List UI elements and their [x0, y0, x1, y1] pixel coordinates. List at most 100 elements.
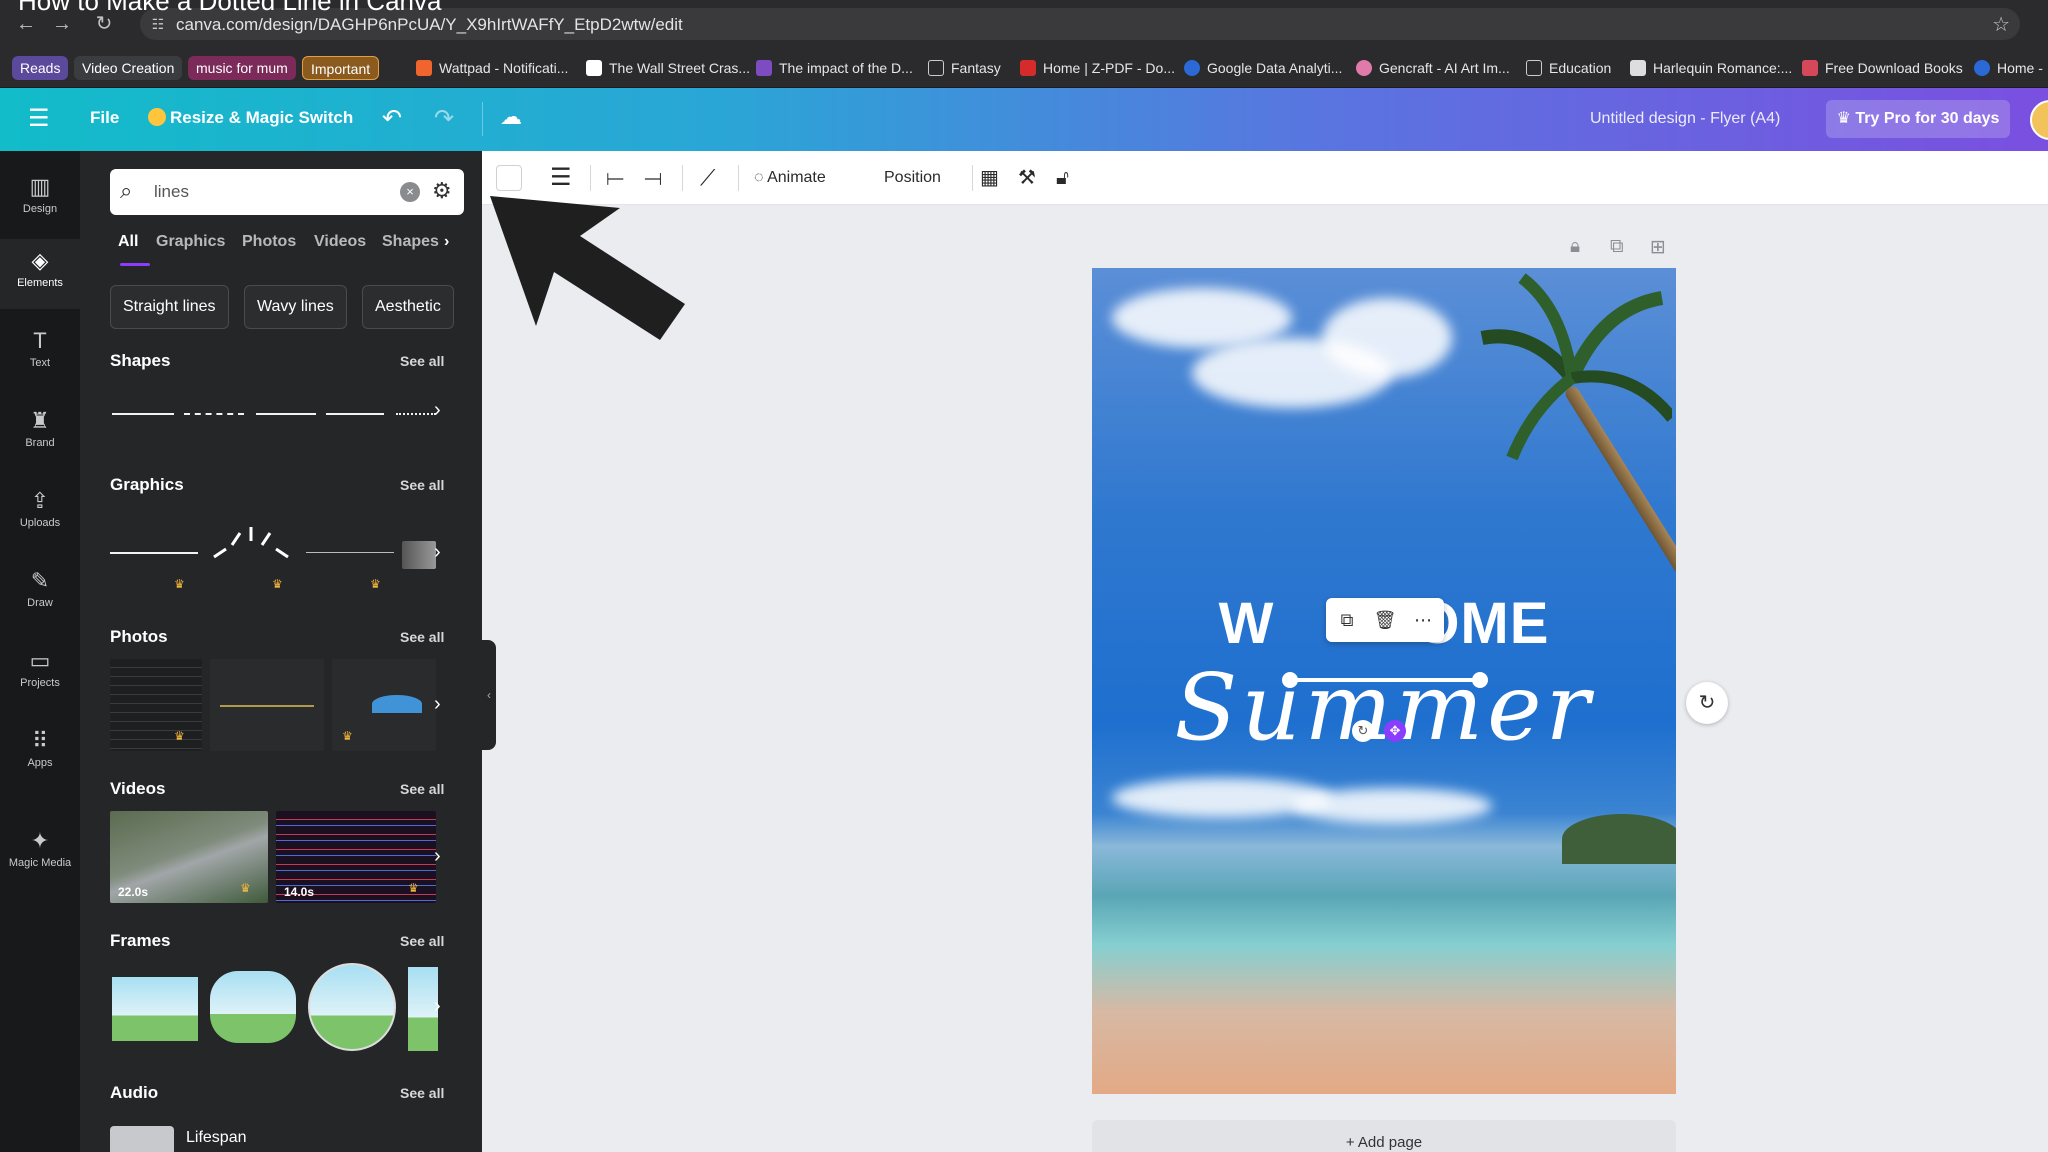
cloud-save-icon[interactable]: ☁ — [500, 104, 522, 130]
line-end-handle[interactable] — [1472, 672, 1488, 688]
bookmark-home[interactable]: Home - — [1974, 56, 2043, 80]
photo-dark-lines[interactable] — [110, 659, 202, 751]
rail-item-magic-media[interactable]: ✦ Magic Media — [0, 819, 80, 889]
lock-icon[interactable]: 🔓︎ — [1056, 151, 1069, 205]
bookmark-wsj[interactable]: The Wall Street Cras... — [586, 56, 750, 80]
page-add-icon[interactable]: ⊞ — [1650, 236, 1666, 259]
bookmark-chip-important[interactable]: Important — [302, 56, 380, 80]
document-title[interactable]: Untitled design - Flyer (A4) — [1590, 110, 1780, 128]
try-pro-button[interactable]: ♛ Try Pro for 30 days — [1826, 100, 2010, 138]
selected-line-element[interactable] — [1290, 678, 1480, 682]
bookmark-google-data[interactable]: Google Data Analyti... — [1184, 56, 1342, 80]
rail-item-elements[interactable]: ◈ Elements — [0, 239, 80, 309]
rail-item-draw[interactable]: ✎ Draw — [0, 559, 80, 629]
clear-search-icon[interactable]: × — [400, 182, 420, 202]
rotate-handle-icon[interactable]: ↻ — [1352, 720, 1374, 742]
bookmark-fantasy[interactable]: Fantasy — [928, 56, 1001, 80]
shape-line-arrow[interactable] — [326, 413, 384, 415]
chip-straight-lines[interactable]: Straight lines — [110, 285, 229, 329]
frame-circle[interactable] — [308, 963, 396, 1051]
graphic-line[interactable] — [110, 552, 198, 554]
bookmark-wattpad[interactable]: Wattpad - Notificati... — [416, 56, 568, 80]
bookmark-zpdf[interactable]: Home | Z-PDF - Do... — [1020, 56, 1175, 80]
bookmark-education[interactable]: Education — [1526, 56, 1611, 80]
paint-format-icon[interactable]: ⚒ — [1018, 151, 1036, 205]
bookmark-chip-reads[interactable]: Reads — [12, 56, 69, 80]
rail-item-apps[interactable]: ⠿ Apps — [0, 719, 80, 789]
audio-item-title[interactable]: Lifespan — [186, 1129, 247, 1147]
collapse-panel-handle[interactable]: ‹ — [482, 640, 496, 750]
resize-magic-switch-button[interactable]: Resize & Magic Switch — [148, 108, 353, 128]
tab-videos[interactable]: Videos — [314, 233, 366, 251]
position-button[interactable]: Position — [884, 151, 941, 205]
see-all-shapes[interactable]: See all — [400, 353, 444, 369]
see-all-frames[interactable]: See all — [400, 933, 444, 949]
more-options-icon[interactable]: ⋯ — [1406, 598, 1440, 642]
summer-script-text[interactable]: Summer — [1092, 654, 1676, 761]
tabs-scroll-right-icon[interactable]: › — [444, 233, 449, 251]
hamburger-menu-icon[interactable]: ☰ — [28, 106, 50, 132]
bookmark-gencraft[interactable]: Gencraft - AI Art Im... — [1356, 56, 1510, 80]
bookmark-harlequin[interactable]: Harlequin Romance:... — [1630, 56, 1792, 80]
chip-wavy-lines[interactable]: Wavy lines — [244, 285, 347, 329]
file-menu-button[interactable]: File — [90, 108, 119, 128]
tab-shapes[interactable]: Shapes — [382, 233, 439, 251]
graphic-brush[interactable] — [402, 541, 436, 569]
graphics-next-icon[interactable]: › — [434, 541, 441, 564]
redo-icon[interactable]: ↷ — [434, 104, 454, 133]
bookmark-chip-video-creation[interactable]: Video Creation — [74, 56, 183, 80]
page-duplicate-icon[interactable]: ⧉ — [1610, 236, 1624, 258]
gencraft-icon — [1356, 60, 1372, 76]
graphic-thin-line[interactable] — [306, 552, 394, 553]
avatar[interactable] — [2030, 100, 2048, 140]
bookmark-free-books[interactable]: Free Download Books — [1802, 56, 1963, 80]
audio-thumbnail[interactable] — [110, 1126, 174, 1152]
photos-next-icon[interactable]: › — [434, 693, 441, 716]
tab-all[interactable]: All — [118, 233, 138, 251]
rail-item-brand[interactable]: ♜ Brand — [0, 399, 80, 469]
rail-item-text[interactable]: T Text — [0, 319, 80, 389]
page-lock-icon[interactable]: 🔒︎ — [1570, 236, 1580, 258]
search-input[interactable] — [154, 181, 374, 203]
tab-graphics[interactable]: Graphics — [156, 233, 225, 251]
add-page-button[interactable]: + Add page — [1092, 1120, 1676, 1152]
bookmark-impact[interactable]: The impact of the D... — [756, 56, 913, 80]
bookmark-chip-music-for-mum[interactable]: music for mum — [188, 56, 296, 80]
premium-crown-icon: ♛ — [240, 881, 251, 895]
line-start-handle[interactable] — [1282, 672, 1298, 688]
bookmark-star-icon[interactable]: ☆ — [1992, 12, 2010, 37]
magic-refresh-icon[interactable]: ↻ — [1686, 682, 1728, 724]
filter-icon[interactable]: ⚙ — [432, 178, 452, 204]
shape-line-plain[interactable] — [256, 413, 316, 415]
site-settings-icon[interactable]: ☷ — [148, 14, 168, 34]
toolbar-divider — [682, 165, 683, 191]
tab-photos[interactable]: Photos — [242, 233, 296, 251]
trash-icon[interactable]: 🗑︎ — [1368, 598, 1402, 642]
graphic-burst[interactable] — [206, 527, 296, 563]
shape-line-dashed[interactable] — [184, 413, 244, 415]
duplicate-icon[interactable]: ⧉ — [1330, 598, 1364, 642]
line-color-swatch[interactable] — [496, 165, 522, 191]
photo-gold-line[interactable] — [210, 659, 324, 751]
rail-item-projects[interactable]: ▭ Projects — [0, 639, 80, 709]
see-all-graphics[interactable]: See all — [400, 477, 444, 493]
videos-next-icon[interactable]: › — [434, 845, 441, 868]
frames-next-icon[interactable]: › — [434, 995, 441, 1018]
rail-item-uploads[interactable]: ⇪ Uploads — [0, 479, 80, 549]
video-title: How to Make a Dotted Line in Canva — [18, 0, 442, 16]
frame-rectangle[interactable] — [112, 977, 198, 1041]
see-all-videos[interactable]: See all — [400, 781, 444, 797]
transparency-icon[interactable]: ▦ — [980, 151, 999, 205]
chip-aesthetic[interactable]: Aesthetic — [362, 285, 454, 329]
shape-line-dotted[interactable] — [396, 413, 436, 415]
undo-icon[interactable]: ↶ — [382, 104, 402, 133]
shape-line-solid[interactable] — [112, 413, 174, 415]
shapes-next-icon[interactable]: › — [434, 399, 441, 422]
move-handle-icon[interactable]: ✥ — [1384, 720, 1406, 742]
rail-item-design[interactable]: ▥ Design — [0, 165, 80, 235]
design-page[interactable]: W OME Summer ⧉ 🗑︎ ⋯ ↻ ✥ — [1092, 268, 1676, 1094]
animate-button[interactable]: ◌ Animate — [754, 151, 826, 205]
frame-cloud[interactable] — [210, 971, 296, 1043]
see-all-audio[interactable]: See all — [400, 1085, 444, 1101]
see-all-photos[interactable]: See all — [400, 629, 444, 645]
